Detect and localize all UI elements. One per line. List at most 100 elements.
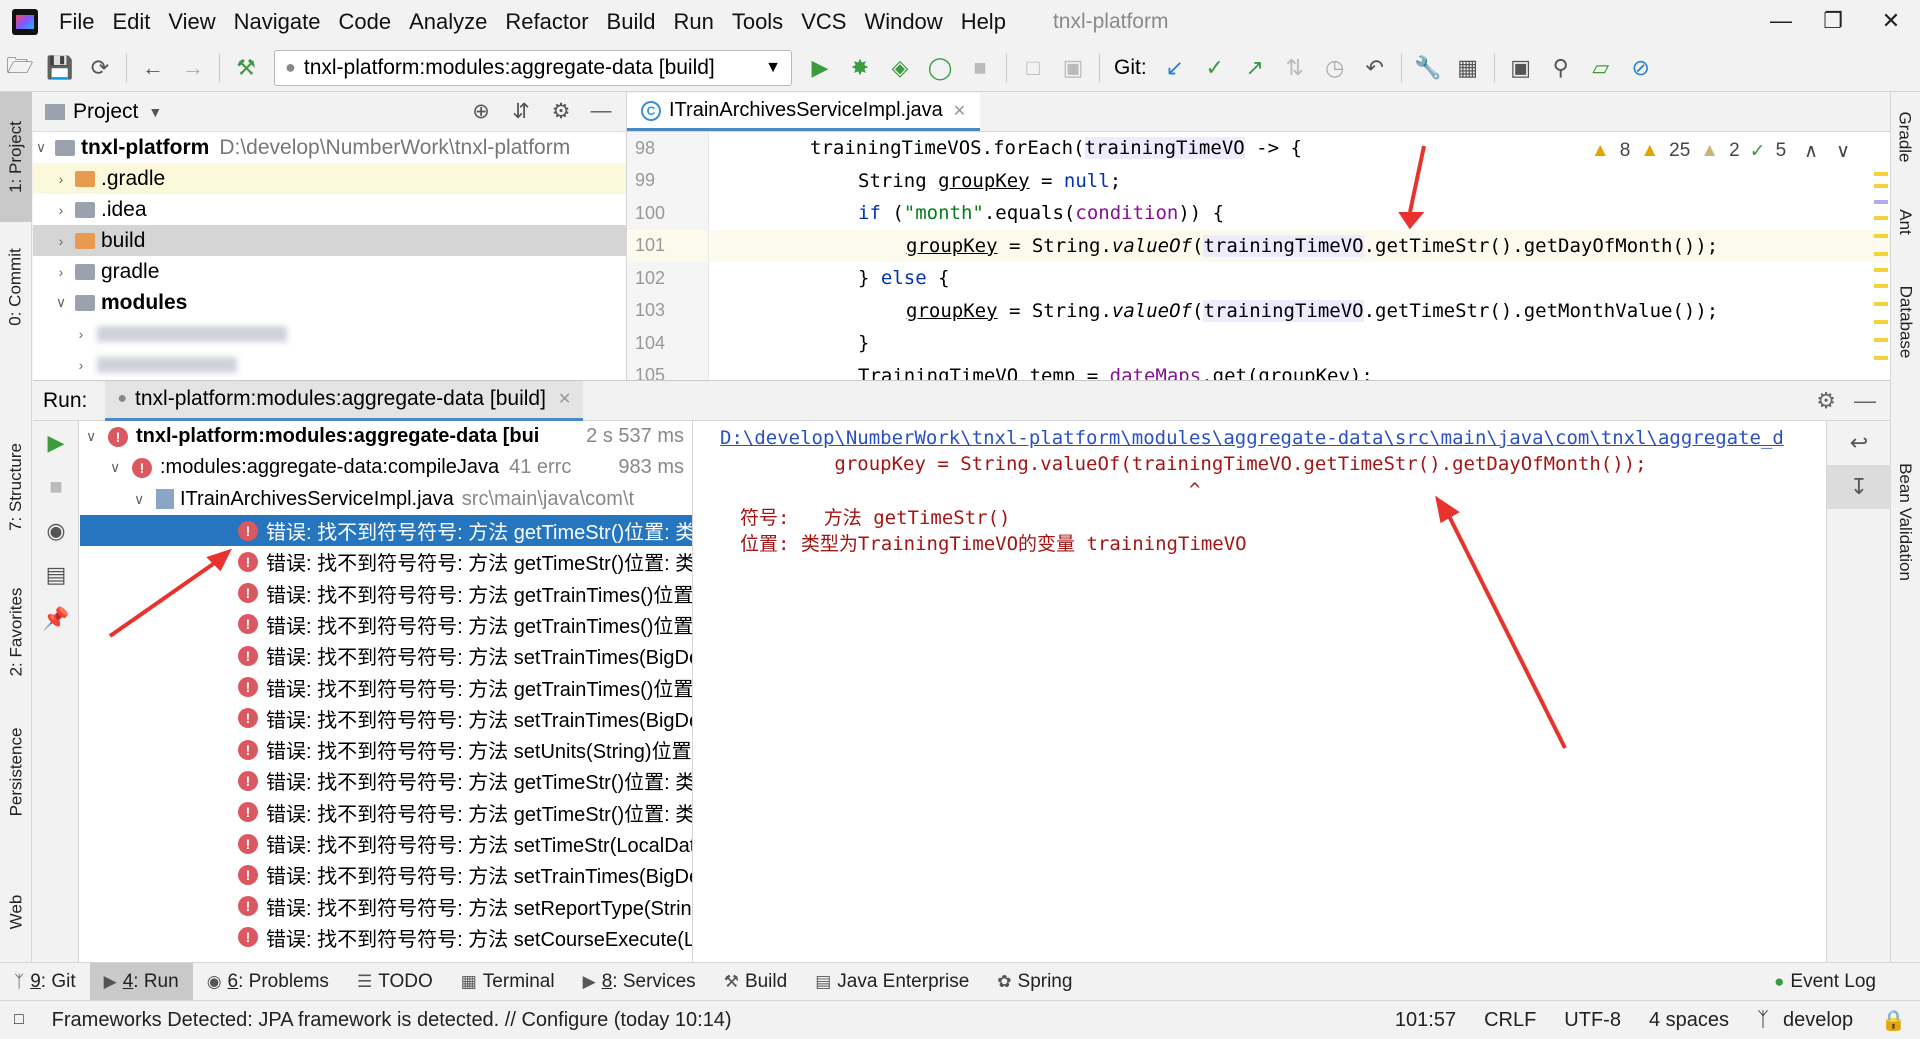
tab-gradle[interactable]: Gradle [1890, 92, 1920, 182]
build-error-row[interactable]: ! 错误: 找不到符号符号: 方法 getTrainTimes()位置: [80, 671, 692, 702]
tree-item[interactable]: › gradle [33, 256, 626, 287]
menu-build[interactable]: Build [598, 9, 665, 35]
build-error-row[interactable]: ! 错误: 找不到符号符号: 方法 setTrainTimes(BigDe [80, 859, 692, 890]
run-coverage-icon[interactable]: ◈ [880, 48, 920, 88]
build-error-row[interactable]: ! 错误: 找不到符号符号: 方法 getTimeStr()位置: 类 [80, 797, 692, 828]
stop-icon[interactable]: ■ [960, 48, 1000, 88]
tab-favorites[interactable]: 2: Favorites [0, 572, 32, 692]
build-error-row[interactable]: ! 错误: 找不到符号符号: 方法 setReportType(String [80, 890, 692, 921]
build-error-row[interactable]: ! 错误: 找不到符号符号: 方法 getTrainTimes()位置: [80, 609, 692, 640]
menu-file[interactable]: File [50, 9, 103, 35]
build-error-row[interactable]: ! 错误: 找不到符号符号: 方法 setTrainTimes(BigDe [80, 640, 692, 671]
gear-icon[interactable]: ⚙ [544, 99, 578, 124]
attach-debugger-icon[interactable]: □ [1013, 48, 1053, 88]
build-error-row[interactable]: ! 错误: 找不到符号符号: 方法 setUnits(String)位置: [80, 734, 692, 765]
close-window-button[interactable]: ✕ [1866, 4, 1916, 38]
chevron-down-icon[interactable]: ∨ [1836, 140, 1850, 163]
close-icon[interactable]: ✕ [953, 101, 966, 121]
chevron-right-icon[interactable]: › [53, 264, 69, 280]
build-task-row[interactable]: ∨ ! :modules:aggregate-data:compileJava … [80, 452, 692, 483]
locate-target-icon[interactable]: ⊕ [464, 99, 498, 124]
menu-vcs[interactable]: VCS [792, 9, 855, 35]
tab-persistence[interactable]: Persistence [0, 712, 32, 832]
build-error-row[interactable]: ! 错误: 找不到符号符号: 方法 setTimeStr(LocalDate [80, 828, 692, 859]
menu-tools[interactable]: Tools [723, 9, 792, 35]
chevron-down-icon[interactable]: ∨ [86, 428, 108, 445]
git-merge-icon[interactable]: ⇅ [1275, 48, 1315, 88]
run-play-icon[interactable]: ▶ [800, 48, 840, 88]
collapse-all-icon[interactable]: ⇵ [504, 99, 538, 124]
eye-icon[interactable]: ◉ [33, 509, 79, 553]
menu-view[interactable]: View [159, 9, 224, 35]
bottom-tab[interactable]: ⚒ Build [710, 963, 802, 1001]
code-line[interactable]: if ("month" .equals(condition)) { [710, 197, 1890, 230]
forward-arrow-icon[interactable]: → [173, 48, 213, 88]
code-area[interactable]: trainingTimeVOS .forEach(trainingTimeVO -… [710, 132, 1890, 380]
build-file-row[interactable]: ∨ ITrainArchivesServiceImpl.java src\mai… [80, 484, 692, 515]
tree-item[interactable]: › .idea [33, 194, 626, 225]
bottom-tab[interactable]: ▤ Java Enterprise [801, 963, 983, 1001]
menu-code[interactable]: Code [330, 9, 401, 35]
bottom-tab[interactable]: ◉ 6: Problems [193, 963, 343, 1001]
pin-icon[interactable]: 📌 [33, 597, 79, 641]
menu-window[interactable]: Window [855, 9, 951, 35]
git-commit-icon[interactable]: ✓ [1195, 48, 1235, 88]
chevron-down-icon[interactable]: ▼ [148, 104, 162, 120]
build-console-output[interactable]: D:\develop\NumberWork\tnxl-platform\modu… [694, 421, 1824, 963]
status-toggle-icon[interactable]: □ [0, 1011, 38, 1029]
build-error-row[interactable]: ! 错误: 找不到符号符号: 方法 getTimeStr()位置: 类 [80, 765, 692, 796]
build-error-row[interactable]: ! 错误: 找不到符号符号: 方法 getTimeStr()位置: 类 [80, 546, 692, 577]
profile-icon[interactable]: ◯ [920, 48, 960, 88]
git-update-icon[interactable]: ↙ [1155, 48, 1195, 88]
git-branch[interactable]: develop [1769, 1009, 1867, 1032]
bottom-tab[interactable]: ▶ 8: Services [569, 963, 710, 1001]
bottom-tab[interactable]: ☰ TODO [343, 963, 447, 1001]
layout-icon[interactable]: ▤ [33, 553, 79, 597]
build-error-row[interactable]: ! 错误: 找不到符号符号: 方法 getTrainTimes()位置: [80, 577, 692, 608]
code-line[interactable]: } [710, 327, 1890, 360]
gear-icon[interactable]: ⚙ [1816, 388, 1836, 414]
back-arrow-icon[interactable]: ← [133, 48, 173, 88]
inspection-widget[interactable]: ▲ 8 ▲ 25 ▲ 2 ✓ 5 ∧ ∨ [1590, 140, 1850, 163]
menu-run[interactable]: Run [664, 9, 722, 35]
close-icon[interactable]: ✕ [558, 389, 571, 409]
build-error-row[interactable]: ! 错误: 找不到符号符号: 方法 setCourseExecute(Lo [80, 922, 692, 953]
stop-icon[interactable]: ■ [33, 465, 79, 509]
project-structure-icon[interactable]: ▦ [1448, 48, 1488, 88]
bottom-tab[interactable]: ✿ Spring [983, 963, 1086, 1001]
hide-panel-icon[interactable]: — [584, 99, 618, 124]
sync-icon[interactable]: ⟳ [80, 48, 120, 88]
rerun-icon[interactable]: ▶ [33, 421, 79, 465]
build-error-row[interactable]: ! 错误: 找不到符号符号: 方法 setTrainTimes(BigDe [80, 703, 692, 734]
chevron-down-icon[interactable]: ∨ [134, 491, 156, 508]
tab-structure[interactable]: 7: Structure [0, 422, 32, 552]
menu-refactor[interactable]: Refactor [496, 9, 597, 35]
git-history-icon[interactable]: ◷ [1315, 48, 1355, 88]
tree-root[interactable]: ∨ tnxl-platform D:\develop\NumberWork\tn… [33, 132, 626, 163]
editor-tab-active[interactable]: C ITrainArchivesServiceImpl.java ✕ [627, 93, 981, 131]
code-line[interactable]: groupKey = String. valueOf(trainingTimeVO… [710, 295, 1890, 328]
git-rollback-icon[interactable]: ↶ [1355, 48, 1395, 88]
chevron-up-icon[interactable]: ∧ [1804, 140, 1818, 163]
indent-setting[interactable]: 4 spaces [1635, 1009, 1743, 1032]
tree-item[interactable]: › .gradle [33, 163, 626, 194]
tree-item[interactable]: › build [33, 225, 626, 256]
code-line-current[interactable]: groupKey = String. valueOf(trainingTimeVO… [710, 229, 1890, 262]
event-log-tab[interactable]: ● Event Log [1760, 963, 1890, 1001]
minimize-button[interactable]: — [1756, 4, 1806, 38]
bottom-tab[interactable]: ▦ Terminal [447, 963, 569, 1001]
maximize-button[interactable]: ❐ [1808, 4, 1858, 38]
tab-commit[interactable]: 0: Commit [0, 232, 32, 342]
tab-ant[interactable]: Ant [1890, 192, 1920, 252]
tab-database[interactable]: Database [1890, 262, 1920, 382]
chevron-right-icon[interactable]: › [53, 233, 69, 249]
tree-item[interactable]: ∨ modules [33, 287, 626, 318]
tab-bean-validation[interactable]: Bean Validation [1890, 432, 1920, 612]
chevron-right-icon[interactable]: › [53, 202, 69, 218]
settings-wrench-icon[interactable]: 🔧 [1408, 48, 1448, 88]
open-folder-icon[interactable]: 🗁 [0, 48, 40, 88]
activity-monitor-icon[interactable]: ▱ [1581, 48, 1621, 88]
terminal-window-icon[interactable]: ▣ [1501, 48, 1541, 88]
power-save-icon[interactable]: ⊘ [1621, 48, 1661, 88]
search-icon[interactable]: ⚲ [1541, 48, 1581, 88]
